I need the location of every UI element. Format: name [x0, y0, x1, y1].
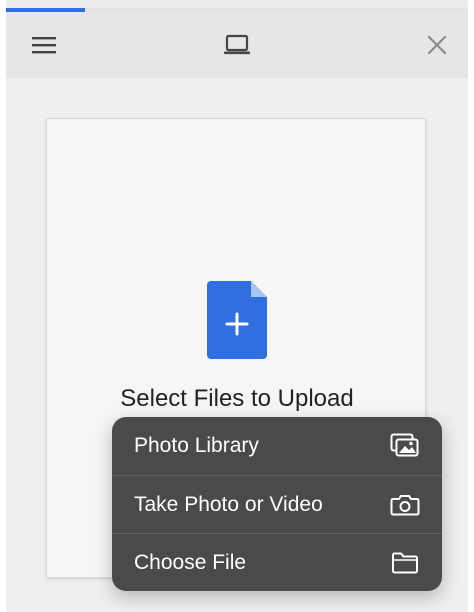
- toolbar: [6, 12, 468, 78]
- add-file-button[interactable]: [207, 281, 267, 359]
- laptop-icon: [224, 34, 250, 55]
- close-button[interactable]: [409, 12, 465, 78]
- menu-item-label: Photo Library: [134, 434, 259, 457]
- menu-button[interactable]: [16, 12, 72, 78]
- upload-title: Select Files to Upload: [120, 385, 354, 412]
- upload-source-menu: Photo Library Take Photo or Video Choose…: [112, 417, 442, 591]
- photo-library-icon: [390, 431, 420, 461]
- camera-icon: [390, 490, 420, 520]
- upload-window: Select Files to Upload Photo Library Tak…: [6, 0, 468, 612]
- content-area: Select Files to Upload Photo Library Tak…: [6, 78, 468, 612]
- close-icon: [427, 35, 447, 55]
- hamburger-menu-icon: [32, 37, 56, 54]
- menu-item-label: Choose File: [134, 550, 247, 574]
- new-file-plus-icon: [207, 281, 267, 359]
- menu-item-photo-library[interactable]: Photo Library: [112, 417, 442, 475]
- menu-item-choose-file[interactable]: Choose File: [112, 533, 442, 591]
- folder-icon: [390, 548, 420, 578]
- device-button[interactable]: [209, 12, 265, 78]
- menu-item-label: Take Photo or Video: [134, 492, 323, 516]
- menu-item-take-photo[interactable]: Take Photo or Video: [112, 475, 442, 533]
